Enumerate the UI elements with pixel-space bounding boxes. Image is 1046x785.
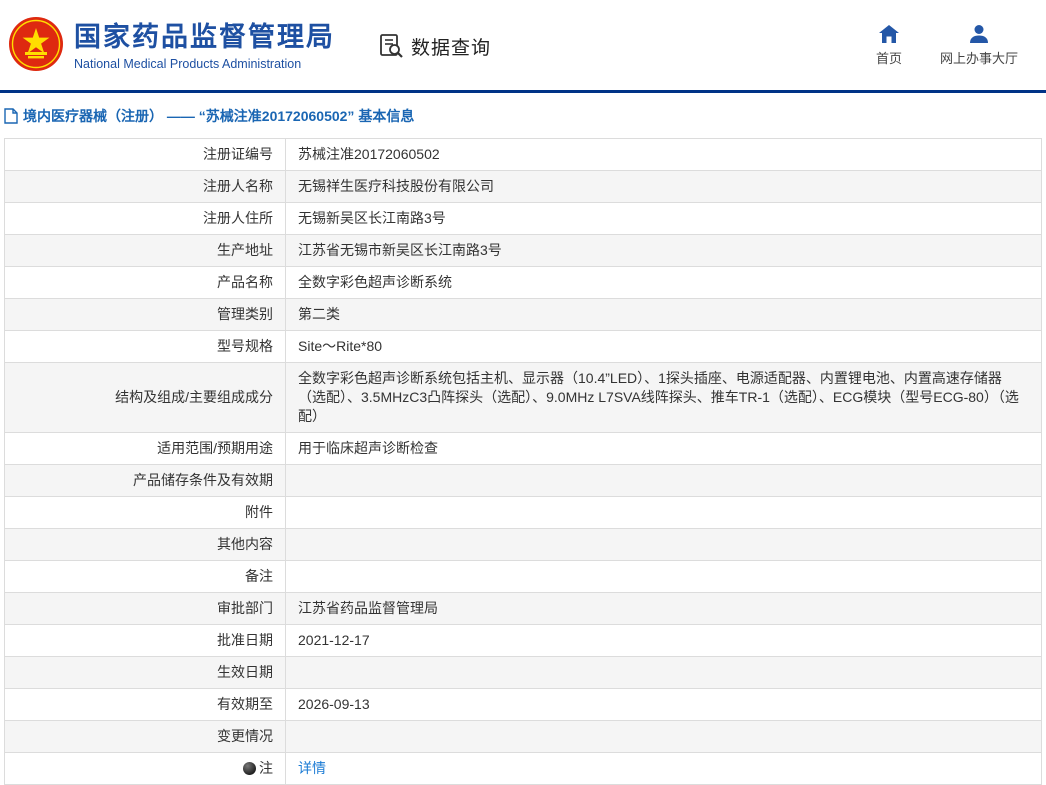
field-label: 生效日期 [5, 657, 286, 689]
field-value [286, 529, 1042, 561]
org-name-en: National Medical Products Administration [74, 57, 335, 71]
field-value: 无锡新吴区长江南路3号 [286, 203, 1042, 235]
field-value: 全数字彩色超声诊断系统 [286, 267, 1042, 299]
field-value: 无锡祥生医疗科技股份有限公司 [286, 171, 1042, 203]
field-value: 江苏省无锡市新吴区长江南路3号 [286, 235, 1042, 267]
table-row: 其他内容 [5, 529, 1042, 561]
table-row: 生效日期 [5, 657, 1042, 689]
field-label: 管理类别 [5, 299, 286, 331]
person-icon [969, 25, 989, 43]
field-label: 注册证编号 [5, 139, 286, 171]
field-value [286, 561, 1042, 593]
breadcrumb-text: 境内医疗器械（注册） —— “苏械注准20172060502” 基本信息 [23, 106, 414, 126]
field-label: 注 [5, 753, 286, 785]
field-label: 生产地址 [5, 235, 286, 267]
detail-link[interactable]: 详情 [298, 760, 326, 776]
table-row: 注册人住所无锡新吴区长江南路3号 [5, 203, 1042, 235]
table-row: 产品名称全数字彩色超声诊断系统 [5, 267, 1042, 299]
field-label: 附件 [5, 497, 286, 529]
table-row: 产品储存条件及有效期 [5, 465, 1042, 497]
table-row: 生产地址江苏省无锡市新吴区长江南路3号 [5, 235, 1042, 267]
field-value [286, 497, 1042, 529]
field-label: 注册人名称 [5, 171, 286, 203]
table-row: 适用范围/预期用途用于临床超声诊断检查 [5, 433, 1042, 465]
table-row: 批准日期2021-12-17 [5, 625, 1042, 657]
field-value: 用于临床超声诊断检查 [286, 433, 1042, 465]
table-row: 注册证编号苏械注准20172060502 [5, 139, 1042, 171]
nav-service-hall[interactable]: 网上办事大厅 [940, 25, 1018, 67]
breadcrumb: 境内医疗器械（注册） —— “苏械注准20172060502” 基本信息 [0, 93, 1046, 138]
field-value: 全数字彩色超声诊断系统包括主机、显示器（10.4”LED）、1探头插座、电源适配… [286, 363, 1042, 433]
home-icon [879, 25, 899, 43]
field-label: 变更情况 [5, 721, 286, 753]
field-value: 2026-09-13 [286, 689, 1042, 721]
field-value [286, 465, 1042, 497]
table-row: 管理类别第二类 [5, 299, 1042, 331]
field-value: 第二类 [286, 299, 1042, 331]
data-query-label: 数据查询 [411, 33, 491, 60]
field-value [286, 657, 1042, 689]
field-label: 注册人住所 [5, 203, 286, 235]
table-row: 附件 [5, 497, 1042, 529]
field-label: 适用范围/预期用途 [5, 433, 286, 465]
table-row: 结构及组成/主要组成成分全数字彩色超声诊断系统包括主机、显示器（10.4”LED… [5, 363, 1042, 433]
data-query-link[interactable]: 数据查询 [377, 32, 491, 60]
field-label: 结构及组成/主要组成成分 [5, 363, 286, 433]
national-emblem-icon [8, 16, 64, 72]
field-label: 批准日期 [5, 625, 286, 657]
org-name-cn: 国家药品监督管理局 [74, 21, 335, 55]
field-value: 江苏省药品监督管理局 [286, 593, 1042, 625]
top-nav: 首页 网上办事大厅 [876, 25, 1018, 67]
table-row: 注册人名称无锡祥生医疗科技股份有限公司 [5, 171, 1042, 203]
table-row: 备注 [5, 561, 1042, 593]
field-label: 有效期至 [5, 689, 286, 721]
nav-home-label: 首页 [876, 48, 902, 67]
registration-table: 注册证编号苏械注准20172060502注册人名称无锡祥生医疗科技股份有限公司注… [4, 138, 1042, 785]
table-row: 有效期至2026-09-13 [5, 689, 1042, 721]
field-value [286, 721, 1042, 753]
table-row: 型号规格Site～Rite*80 [5, 331, 1042, 363]
table-row: 注详情 [5, 753, 1042, 785]
field-value: 苏械注准20172060502 [286, 139, 1042, 171]
field-value: 详情 [286, 753, 1042, 785]
field-label: 审批部门 [5, 593, 286, 625]
field-value: 2021-12-17 [286, 625, 1042, 657]
document-search-icon [377, 32, 405, 60]
site-header: 国家药品监督管理局 National Medical Products Admi… [0, 0, 1046, 90]
table-row: 变更情况 [5, 721, 1042, 753]
field-label: 其他内容 [5, 529, 286, 561]
note-icon [243, 762, 256, 775]
org-names: 国家药品监督管理局 National Medical Products Admi… [74, 21, 335, 71]
field-label: 产品储存条件及有效期 [5, 465, 286, 497]
field-value: Site～Rite*80 [286, 331, 1042, 363]
table-row: 审批部门江苏省药品监督管理局 [5, 593, 1042, 625]
field-label: 型号规格 [5, 331, 286, 363]
document-icon [4, 108, 18, 124]
field-label: 产品名称 [5, 267, 286, 299]
nav-home[interactable]: 首页 [876, 25, 902, 67]
field-label: 备注 [5, 561, 286, 593]
nav-service-hall-label: 网上办事大厅 [940, 48, 1018, 67]
nmpa-logo [8, 16, 64, 77]
